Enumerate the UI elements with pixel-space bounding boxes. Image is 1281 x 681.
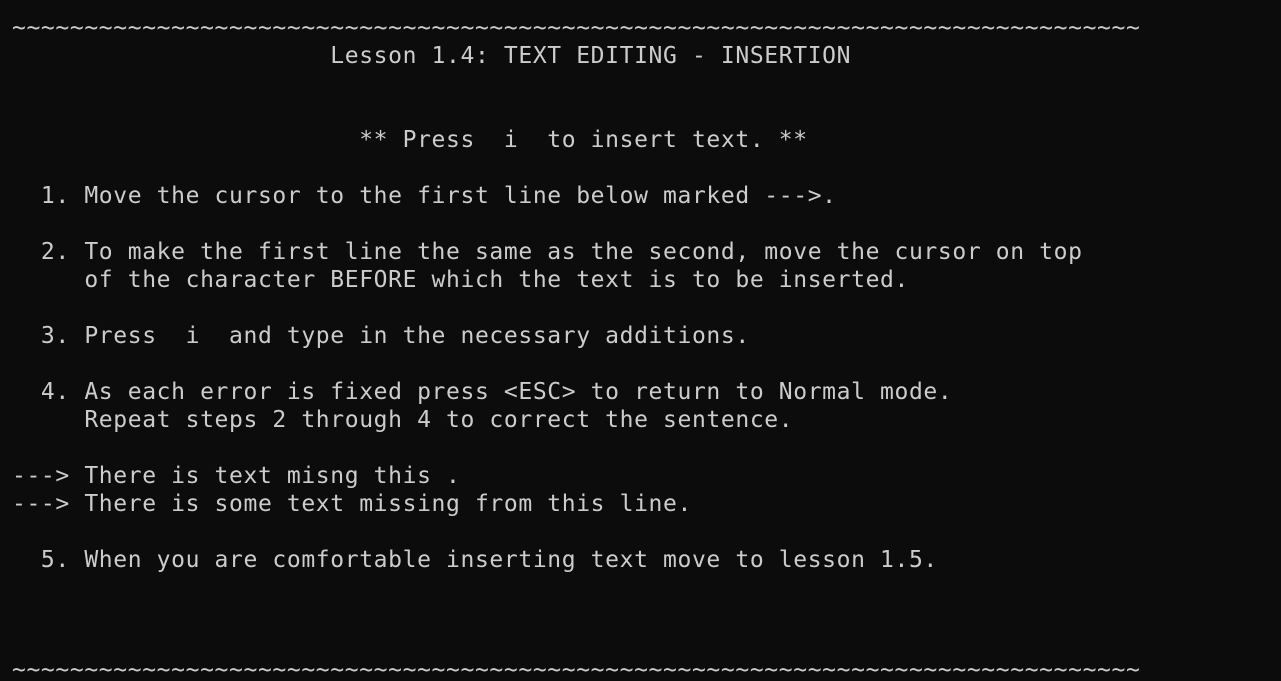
step-2-line-2: of the character BEFORE which the text i… (12, 267, 909, 293)
terminal-window[interactable]: ~~~~~~~~~~~~~~~~~~~~~~~~~~~~~~~~~~~~~~~~… (0, 0, 1281, 681)
lesson-title: Lesson 1.4: TEXT EDITING - INSERTION (12, 43, 852, 69)
border-top-line: ~~~~~~~~~~~~~~~~~~~~~~~~~~~~~~~~~~~~~~~~… (12, 15, 1141, 41)
lesson-headline: ** Press i to insert text. ** (12, 127, 808, 153)
step-1-line: 1. Move the cursor to the first line bel… (12, 183, 837, 209)
step-3-line: 3. Press i and type in the necessary add… (12, 323, 750, 349)
border-bottom-line: ~~~~~~~~~~~~~~~~~~~~~~~~~~~~~~~~~~~~~~~~… (12, 657, 1141, 681)
step-5-line: 5. When you are comfortable inserting te… (12, 547, 938, 573)
step-2-line-1: 2. To make the first line the same as th… (12, 239, 1083, 265)
step-4-line-2: Repeat steps 2 through 4 to correct the … (12, 407, 794, 433)
practice-line-incorrect[interactable]: ---> There is text misng this . (12, 462, 460, 490)
step-4-line-1: 4. As each error is fixed press <ESC> to… (12, 379, 953, 405)
practice-line-correct[interactable]: ---> There is some text missing from thi… (12, 490, 692, 518)
